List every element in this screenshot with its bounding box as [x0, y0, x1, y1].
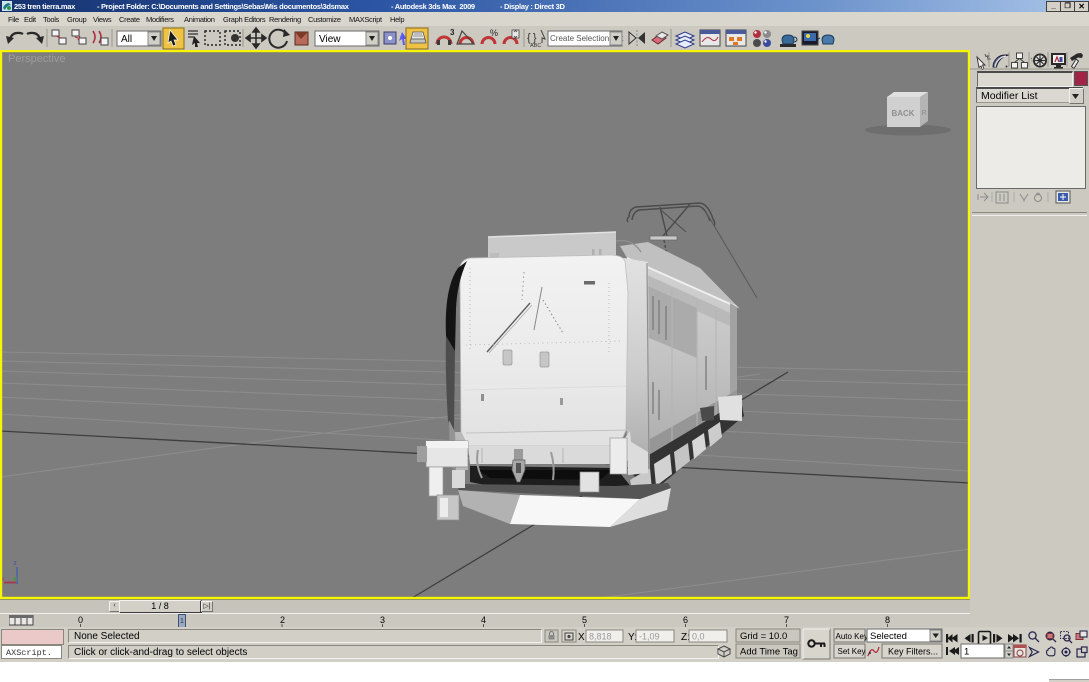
svg-text:Grid = 10.0: Grid = 10.0 [740, 631, 787, 642]
svg-text:3: 3 [450, 28, 455, 37]
svg-text:View: View [319, 34, 341, 45]
svg-text:%: % [490, 28, 498, 38]
svg-text:1: 1 [964, 647, 969, 658]
svg-text:Selected: Selected [870, 631, 907, 642]
svg-text:Auto Key: Auto Key [836, 632, 868, 641]
svg-text:ABC: ABC [530, 43, 541, 49]
svg-text:BACK: BACK [891, 109, 914, 118]
svg-text:All: All [121, 34, 132, 45]
svg-text:R: R [921, 110, 926, 117]
svg-text:z: z [14, 560, 17, 567]
svg-text:Perspective: Perspective [8, 53, 65, 65]
svg-text:Key Filters...: Key Filters... [888, 647, 938, 657]
svg-text:0,0: 0,0 [692, 632, 705, 642]
svg-text:Add Time Tag: Add Time Tag [740, 647, 798, 658]
svg-text:Set Key: Set Key [838, 647, 866, 656]
svg-text:8,818: 8,818 [589, 632, 612, 642]
svg-text:-1,09: -1,09 [639, 632, 660, 642]
